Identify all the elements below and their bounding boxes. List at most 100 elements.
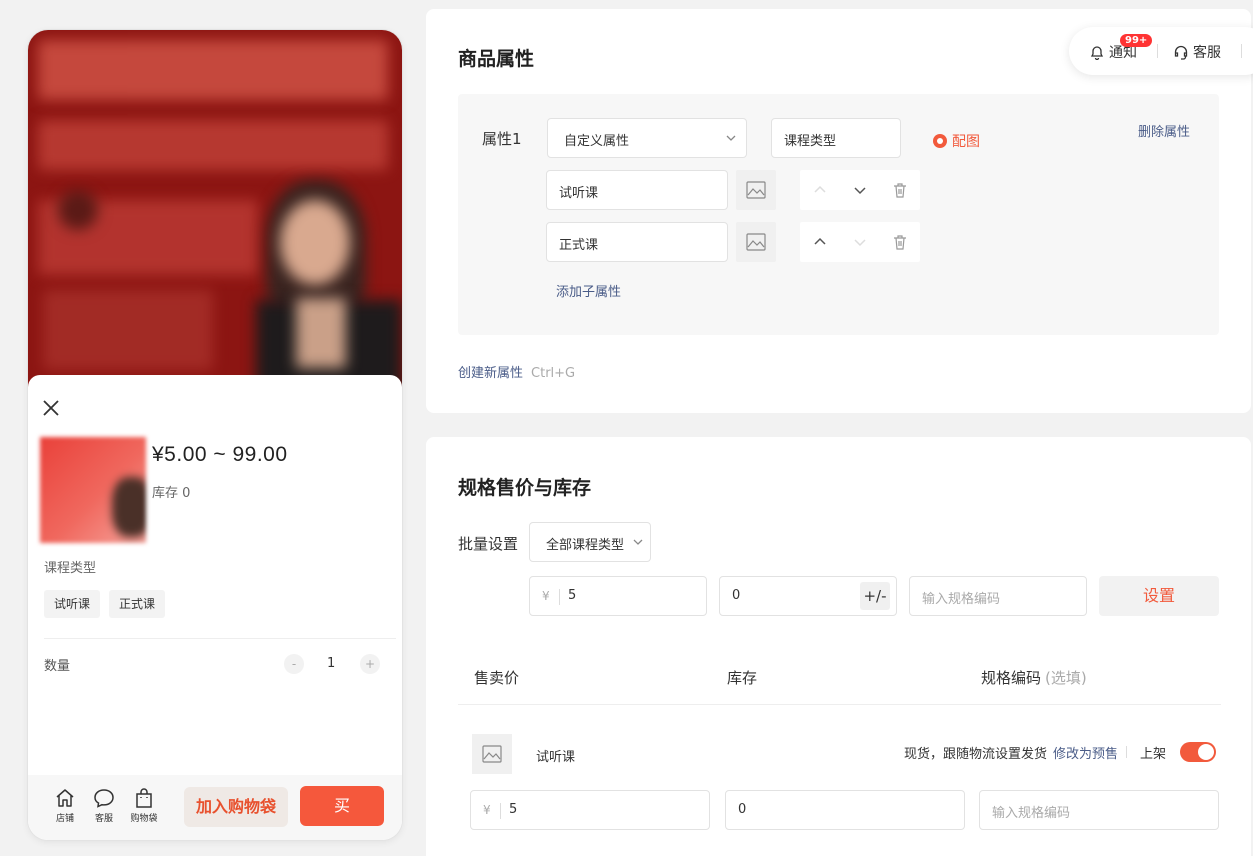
header-code-label: 规格编码	[981, 669, 1042, 687]
image-icon	[746, 233, 766, 251]
shop-button[interactable]: 店铺	[47, 787, 83, 824]
sku-code-placeholder: 输入规格编码	[992, 806, 1071, 821]
bottom-action-bar: 店铺 客服 购物袋 加入购物袋 买	[28, 775, 402, 840]
spec-title: 课程类型	[44, 561, 97, 576]
delete-attribute-link[interactable]: 删除属性	[1138, 121, 1190, 140]
sku-price-input[interactable]: ¥ 5	[470, 790, 710, 830]
add-sub-attribute-link[interactable]: 添加子属性	[556, 281, 621, 300]
divider	[1126, 746, 1127, 758]
batch-label: 批量设置	[458, 535, 519, 553]
attribute-group: 属性1 自定义属性 课程类型 配图 删除属性 试听课 正式课 添加子属性	[458, 94, 1219, 335]
radio-checked-icon	[933, 134, 947, 148]
trash-icon	[894, 183, 906, 198]
chat-bubble-icon	[94, 789, 114, 808]
shortcut-hint: Ctrl+G	[531, 366, 576, 381]
headset-icon	[1174, 45, 1188, 60]
batch-set-button[interactable]: 设置	[1099, 576, 1219, 616]
attribute-label: 属性1	[482, 130, 522, 148]
sku-price-value: 5	[509, 802, 518, 817]
buy-button[interactable]: 买	[300, 786, 384, 826]
plus-minus-toggle[interactable]: +/-	[860, 582, 890, 610]
sku-stock-value: 0	[738, 802, 747, 817]
attribute-name-input[interactable]: 课程类型	[771, 118, 901, 158]
quantity-minus-button[interactable]: -	[284, 654, 304, 674]
add-to-cart-button[interactable]: 加入购物袋	[184, 787, 288, 827]
notification-label: 通知	[1109, 45, 1137, 61]
sku-shipping-status: 现货，跟随物流设置发货 修改为预售	[904, 743, 1118, 762]
customer-service-button[interactable]: 客服	[1173, 42, 1221, 62]
attribute-type-select[interactable]: 自定义属性	[547, 118, 747, 158]
on-shelf-toggle[interactable]	[1180, 742, 1216, 762]
image-radio[interactable]: 配图	[933, 131, 980, 151]
quantity-plus-button[interactable]: +	[360, 654, 380, 674]
batch-scope-select[interactable]: 全部课程类型	[529, 522, 651, 562]
move-down-button[interactable]	[840, 222, 880, 262]
trash-icon	[894, 235, 906, 250]
chevron-down-icon	[726, 135, 736, 141]
batch-stock-input[interactable]: 0 +/-	[719, 576, 897, 616]
product-thumbnail	[40, 437, 146, 543]
create-attribute-link[interactable]: 创建新属性 Ctrl+G	[458, 362, 575, 381]
divider	[559, 589, 560, 605]
currency-symbol: ¥	[483, 803, 491, 817]
batch-code-placeholder: 输入规格编码	[922, 592, 1001, 607]
chevron-down-icon	[633, 539, 643, 545]
quantity-value: 1	[327, 656, 336, 671]
top-toolbar: 通知 99+ 客服	[1069, 27, 1253, 75]
attributes-title: 商品属性	[458, 48, 535, 70]
batch-scope-value: 全部课程类型	[546, 538, 625, 553]
header-price: 售卖价	[474, 669, 520, 687]
stock-text: 库存 0	[152, 486, 191, 501]
bell-icon	[1090, 46, 1104, 60]
delete-value-button[interactable]	[880, 222, 920, 262]
home-icon	[56, 789, 74, 807]
value-row-controls	[800, 222, 920, 262]
attribute-value-input[interactable]: 试听课	[546, 170, 728, 210]
divider	[500, 803, 501, 819]
currency-symbol: ¥	[542, 589, 550, 603]
divider	[1241, 44, 1242, 58]
chevron-up-icon	[814, 237, 826, 245]
notification-badge: 99+	[1120, 34, 1153, 47]
sku-code-input[interactable]: 输入规格编码	[979, 790, 1219, 830]
chevron-down-icon	[854, 187, 866, 195]
value-image-upload[interactable]	[736, 170, 776, 210]
quantity-label: 数量	[44, 659, 71, 674]
pricing-title: 规格售价与库存	[458, 477, 592, 499]
pricing-card: 规格售价与库存 批量设置 全部课程类型 ¥ 5 0 +/- 输入规格编码 设置 …	[426, 437, 1251, 856]
customer-service-label: 客服	[1193, 45, 1221, 61]
header-code-optional: (选填)	[1045, 669, 1087, 687]
value-image-upload[interactable]	[736, 222, 776, 262]
attribute-value-input[interactable]: 正式课	[546, 222, 728, 262]
header-stock: 库存	[727, 669, 758, 687]
value-row-controls	[800, 170, 920, 210]
image-icon	[746, 181, 766, 199]
mobile-preview: ¥5.00 ~ 99.00 库存 0 课程类型 试听课 正式课 数量 - 1 +…	[28, 30, 402, 840]
move-up-button[interactable]	[800, 222, 840, 262]
bag-button[interactable]: 购物袋	[126, 787, 162, 824]
sku-image-upload[interactable]	[472, 734, 512, 774]
divider	[44, 638, 396, 639]
sku-name: 试听课	[536, 750, 576, 765]
batch-code-input[interactable]: 输入规格编码	[909, 576, 1087, 616]
sku-popup: ¥5.00 ~ 99.00 库存 0 课程类型 试听课 正式课 数量 - 1 +	[28, 375, 402, 840]
batch-price-input[interactable]: ¥ 5	[529, 576, 707, 616]
chevron-up-icon	[814, 185, 826, 193]
move-up-button[interactable]	[800, 170, 840, 210]
delete-value-button[interactable]	[880, 170, 920, 210]
attribute-type-value: 自定义属性	[564, 134, 630, 149]
attribute-value-text: 试听课	[559, 186, 599, 201]
service-label: 客服	[94, 814, 113, 824]
shipping-status-text: 现货，跟随物流设置发货	[903, 747, 1047, 762]
change-to-presale-link[interactable]: 修改为预售	[1053, 747, 1118, 762]
shop-label: 店铺	[55, 814, 74, 824]
move-down-button[interactable]	[840, 170, 880, 210]
option-chip-trial[interactable]: 试听课	[44, 590, 101, 618]
close-icon[interactable]	[40, 397, 62, 419]
sku-stock-input[interactable]: 0	[725, 790, 965, 830]
attribute-name-value: 课程类型	[784, 134, 837, 149]
option-chip-formal[interactable]: 正式课	[109, 590, 166, 618]
on-shelf-label: 上架	[1140, 747, 1167, 762]
batch-price-value: 5	[568, 588, 577, 603]
service-button[interactable]: 客服	[86, 787, 122, 824]
